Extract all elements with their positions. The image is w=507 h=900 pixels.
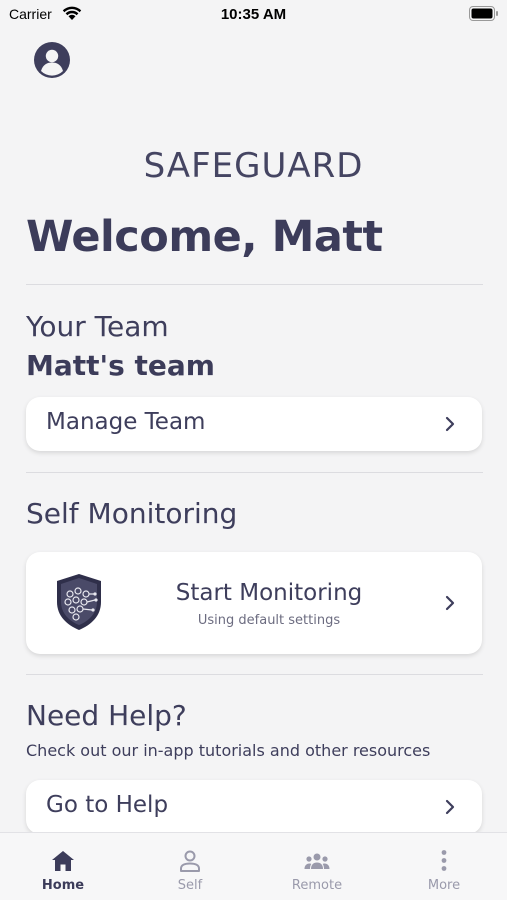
manage-team-button[interactable]: Manage Team: [26, 397, 482, 451]
team-name: Matt's team: [26, 349, 215, 382]
tab-label: Self: [177, 878, 203, 893]
tab-label: Home: [41, 878, 85, 893]
person-icon: [180, 850, 200, 872]
go-to-help-label: Go to Help: [46, 792, 169, 818]
help-section-title: Need Help?: [26, 699, 187, 732]
start-monitoring-subtitle: Using default settings: [197, 613, 341, 628]
chevron-right-icon: [445, 799, 455, 815]
bottom-tab-bar: Home Self Remote More: [0, 832, 507, 900]
chevron-right-icon: [445, 416, 455, 432]
tab-remote[interactable]: Remote: [254, 833, 380, 900]
tab-more[interactable]: More: [381, 833, 507, 900]
battery-icon: [469, 6, 498, 21]
tab-label: More: [427, 878, 461, 893]
self-monitoring-section-title: Self Monitoring: [26, 497, 238, 530]
home-icon: [52, 851, 74, 871]
welcome-heading: Welcome, Matt: [26, 212, 383, 262]
shield-network-icon: [57, 574, 101, 630]
status-bar: Carrier 10:35 AM: [0, 0, 507, 30]
team-section-title: Your Team: [26, 310, 169, 343]
divider: [26, 674, 483, 675]
manage-team-label: Manage Team: [46, 409, 206, 435]
clock: 10:35 AM: [220, 6, 287, 23]
chevron-right-icon: [445, 595, 455, 611]
tab-home[interactable]: Home: [0, 833, 126, 900]
group-icon: [304, 853, 330, 869]
start-monitoring-label: Start Monitoring: [175, 580, 363, 606]
more-vertical-icon: [441, 850, 447, 871]
tab-label: Remote: [291, 878, 343, 893]
profile-avatar-icon[interactable]: [33, 41, 71, 79]
help-description: Check out our in-app tutorials and other…: [26, 741, 431, 760]
brand-title: SAFEGUARD: [143, 146, 364, 186]
divider: [26, 472, 483, 473]
divider: [26, 284, 483, 285]
go-to-help-button[interactable]: Go to Help: [26, 780, 482, 834]
tab-self[interactable]: Self: [127, 833, 253, 900]
start-monitoring-button[interactable]: Start Monitoring Using default settings: [26, 552, 482, 654]
